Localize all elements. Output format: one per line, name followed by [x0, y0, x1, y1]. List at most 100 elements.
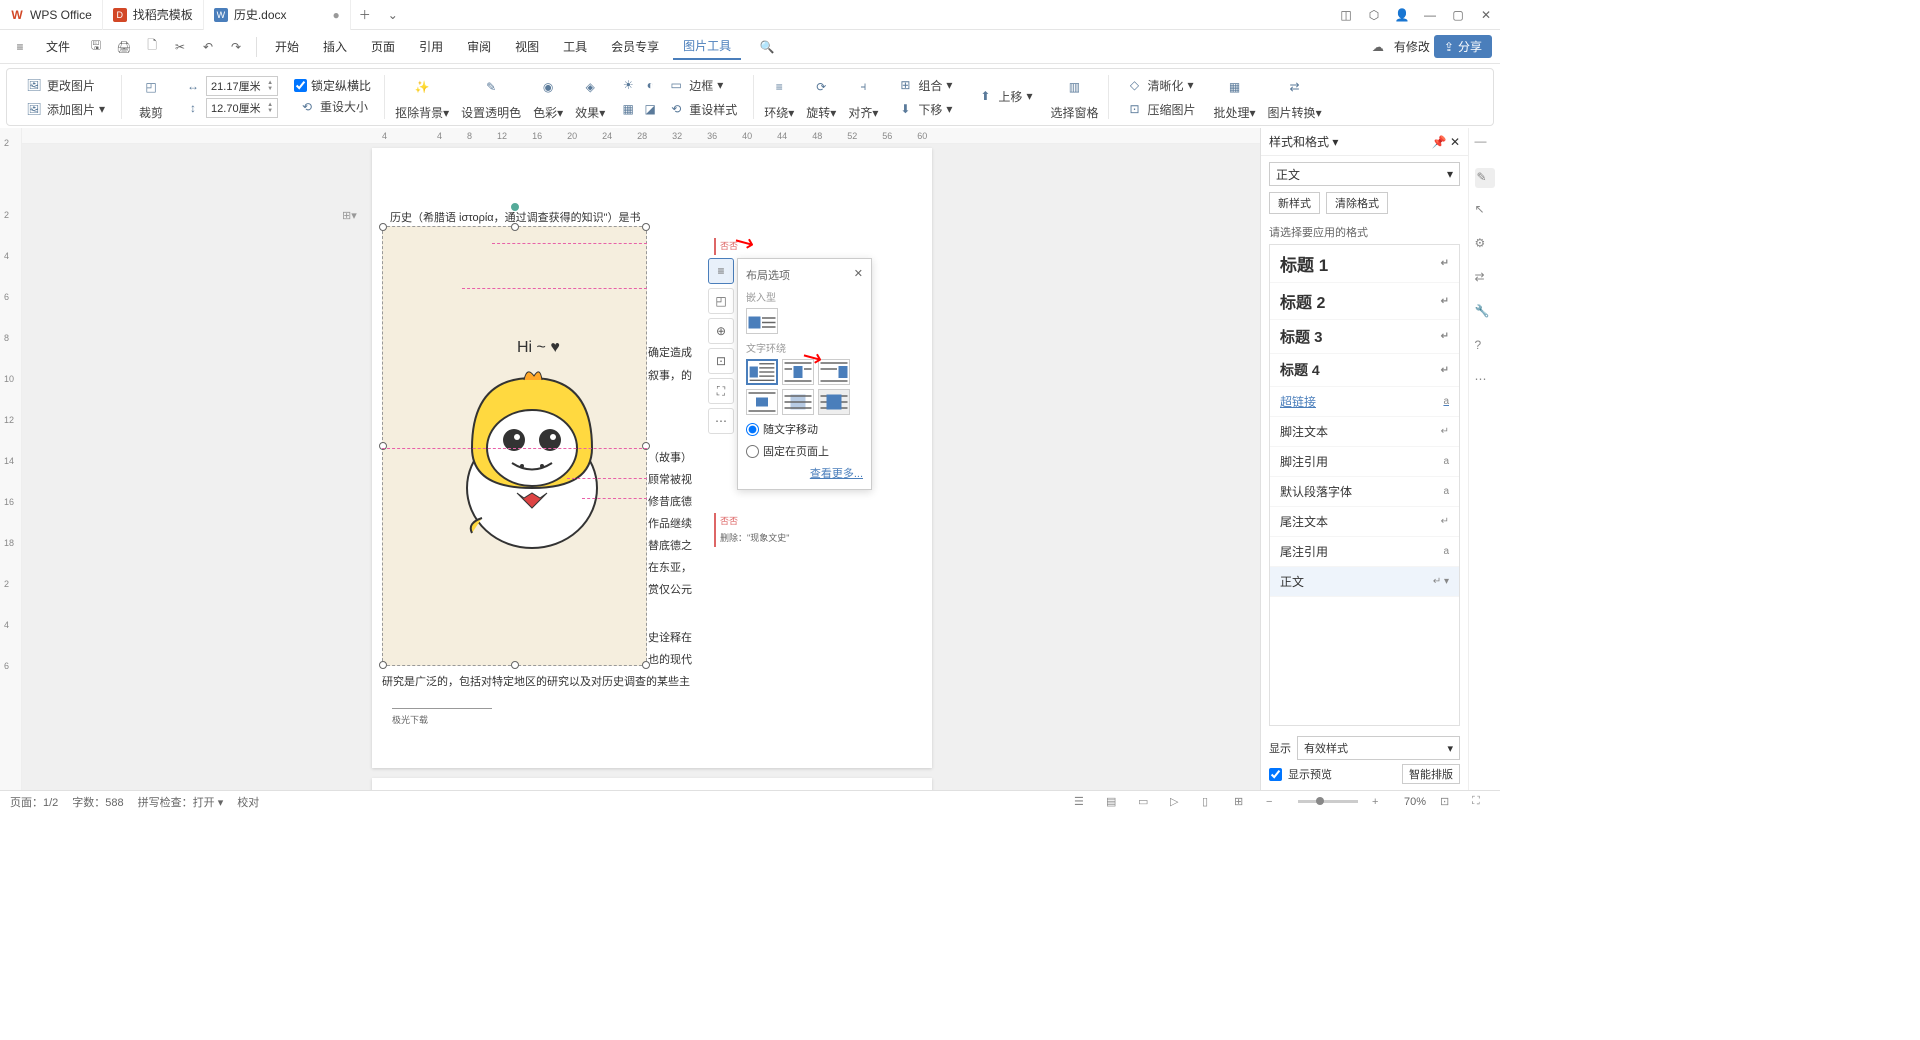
combine-button[interactable]: ⊞组合▾	[892, 74, 956, 96]
user-avatar-icon[interactable]: 👤	[1388, 1, 1416, 29]
style-endnote-text[interactable]: 尾注文本↵	[1270, 507, 1459, 537]
width-input[interactable]: 21.17厘米▲▼	[206, 76, 278, 96]
tab-document[interactable]: W 历史.docx ●	[204, 0, 351, 30]
tab-picture-tools[interactable]: 图片工具	[673, 33, 741, 60]
print-icon[interactable]: 🖨	[112, 35, 136, 59]
move-down-button[interactable]: ⬇下移▾	[892, 98, 956, 120]
wrap-square[interactable]	[746, 359, 778, 385]
file-menu[interactable]: 文件	[36, 34, 80, 59]
wrap-button[interactable]: ≡环绕▾	[760, 72, 798, 123]
style-body[interactable]: 正文↵ ▾	[1270, 567, 1459, 597]
page-indicator[interactable]: 页面：1/2	[10, 794, 58, 810]
tools-icon[interactable]: 🔧	[1475, 304, 1495, 324]
document-canvas[interactable]: 44 81216 202428 323640 444852 5660 ⊞▾ 历史…	[22, 128, 1260, 790]
remove-bg-button[interactable]: ✨抠除背景▾	[391, 72, 453, 123]
style-footnote-ref[interactable]: 脚注引用a	[1270, 447, 1459, 477]
redo-icon[interactable]: ↷	[224, 35, 248, 59]
reflection-icon[interactable]: ◪	[641, 100, 659, 118]
style-heading4[interactable]: 标题 4↵	[1270, 354, 1459, 387]
cut-icon[interactable]: ✂	[168, 35, 192, 59]
tab-member[interactable]: 会员专享	[601, 34, 669, 59]
replace-button[interactable]: ⊡	[708, 348, 734, 374]
wrap-through[interactable]	[818, 359, 850, 385]
new-tab-button[interactable]: ＋	[351, 1, 379, 29]
change-image-button[interactable]: 🖼更改图片	[21, 74, 109, 96]
share-button[interactable]: ⇪ 分享	[1434, 35, 1492, 58]
layout-options-button[interactable]: ≡	[708, 258, 734, 284]
clear-format-button[interactable]: 清除格式	[1326, 192, 1388, 214]
page-2[interactable]	[372, 778, 932, 790]
add-image-button[interactable]: 🖼添加图片▾	[21, 98, 109, 120]
reading-view-icon[interactable]: ▭	[1138, 795, 1156, 808]
close-icon[interactable]: ✕	[854, 267, 863, 283]
menu-icon[interactable]: ≡	[8, 35, 32, 59]
style-hyperlink[interactable]: 超链接a	[1270, 387, 1459, 417]
zoom-level[interactable]: 70%	[1404, 796, 1426, 808]
tab-tools[interactable]: 工具	[553, 34, 597, 59]
radio-move-with-text[interactable]: 随文字移动	[746, 421, 863, 437]
crop-tool-button[interactable]: ◰	[708, 288, 734, 314]
style-default-font[interactable]: 默认段落字体a	[1270, 477, 1459, 507]
show-filter-dropdown[interactable]: 有效样式▾	[1297, 736, 1460, 760]
tab-reference[interactable]: 引用	[409, 34, 453, 59]
crop-button[interactable]: ◰裁剪	[134, 72, 168, 123]
pencil-icon[interactable]: ✎	[1475, 168, 1495, 188]
brightness-icon[interactable]: ☀	[619, 76, 637, 94]
style-list[interactable]: 标题 1↵ 标题 2↵ 标题 3↵ 标题 4↵ 超链接a 脚注文本↵ 脚注引用a…	[1269, 244, 1460, 726]
preview-checkbox[interactable]	[1269, 768, 1282, 781]
wrap-topbottom[interactable]	[746, 389, 778, 415]
style-endnote-ref[interactable]: 尾注引用a	[1270, 537, 1459, 567]
app-tab[interactable]: W WPS Office	[0, 0, 103, 30]
move-up-button[interactable]: ⬆上移▾	[972, 85, 1036, 107]
height-input[interactable]: 12.70厘米▲▼	[206, 98, 278, 118]
sharpen-button[interactable]: ◇清晰化▾	[1121, 74, 1199, 96]
radio-fixed-position[interactable]: 固定在页面上	[746, 443, 863, 459]
border-button[interactable]: ▭边框▾	[663, 74, 727, 96]
wrap-tight[interactable]	[782, 359, 814, 385]
web-layout-icon[interactable]: ⊞	[1234, 795, 1252, 808]
close-panel-icon[interactable]: ✕	[1450, 135, 1460, 149]
see-more-link[interactable]: 查看更多...	[746, 465, 863, 481]
page-layout-icon[interactable]: ▯	[1202, 795, 1220, 808]
wrap-inline[interactable]	[746, 308, 778, 334]
play-icon[interactable]: ▷	[1170, 795, 1188, 808]
effect-button[interactable]: ◈效果▾	[571, 72, 609, 123]
tab-templates[interactable]: D 找稻壳模板	[103, 0, 204, 30]
search-icon[interactable]: 🔍	[755, 35, 779, 59]
style-footnote-text[interactable]: 脚注文本↵	[1270, 417, 1459, 447]
settings-icon[interactable]: ⚙	[1475, 236, 1495, 256]
word-count[interactable]: 字数：588	[72, 794, 123, 810]
tab-page[interactable]: 页面	[361, 34, 405, 59]
fit-page-icon[interactable]: ⊡	[1440, 795, 1458, 808]
contrast-icon[interactable]: ◐	[641, 76, 659, 94]
wrap-front[interactable]	[818, 389, 850, 415]
view-mode-icon[interactable]: ☰	[1074, 795, 1092, 808]
new-style-button[interactable]: 新样式	[1269, 192, 1320, 214]
style-heading2[interactable]: 标题 2↵	[1270, 283, 1459, 320]
proofread-status[interactable]: 校对	[237, 794, 259, 810]
help-icon[interactable]: ?	[1475, 338, 1495, 358]
minimize-button[interactable]: —	[1416, 1, 1444, 29]
tab-start[interactable]: 开始	[265, 34, 309, 59]
style-heading3[interactable]: 标题 3↵	[1270, 320, 1459, 354]
reset-size-button[interactable]: ⟲重设大小	[294, 96, 372, 118]
lock-ratio-checkbox[interactable]: 锁定纵横比	[294, 77, 372, 94]
undo-icon[interactable]: ↶	[196, 35, 220, 59]
style-heading1[interactable]: 标题 1↵	[1270, 245, 1459, 283]
convert-button[interactable]: ⇄图片转换▾	[1264, 72, 1326, 123]
transparent-color-button[interactable]: ✎设置透明色	[457, 72, 525, 123]
selection-pane-button[interactable]: ▥选择窗格	[1046, 72, 1102, 123]
reset-style-button[interactable]: ⟲重设样式	[663, 98, 741, 120]
rotate-button[interactable]: ⟳旋转▾	[802, 72, 840, 123]
cloud-icon[interactable]: ☁	[1366, 35, 1390, 59]
zoom-slider[interactable]	[1298, 800, 1358, 803]
zoom-button[interactable]: ⊕	[708, 318, 734, 344]
expand-button[interactable]: ⛶	[708, 378, 734, 404]
align-button[interactable]: ⫞对齐▾	[844, 72, 882, 123]
maximize-button[interactable]: ▢	[1444, 1, 1472, 29]
cursor-icon[interactable]: ↖	[1475, 202, 1495, 222]
tab-review[interactable]: 审阅	[457, 34, 501, 59]
compress-button[interactable]: ⊡压缩图片	[1121, 98, 1199, 120]
print-preview-icon[interactable]: 🗋	[140, 35, 164, 59]
smart-layout-button[interactable]: 智能排版	[1402, 764, 1460, 784]
